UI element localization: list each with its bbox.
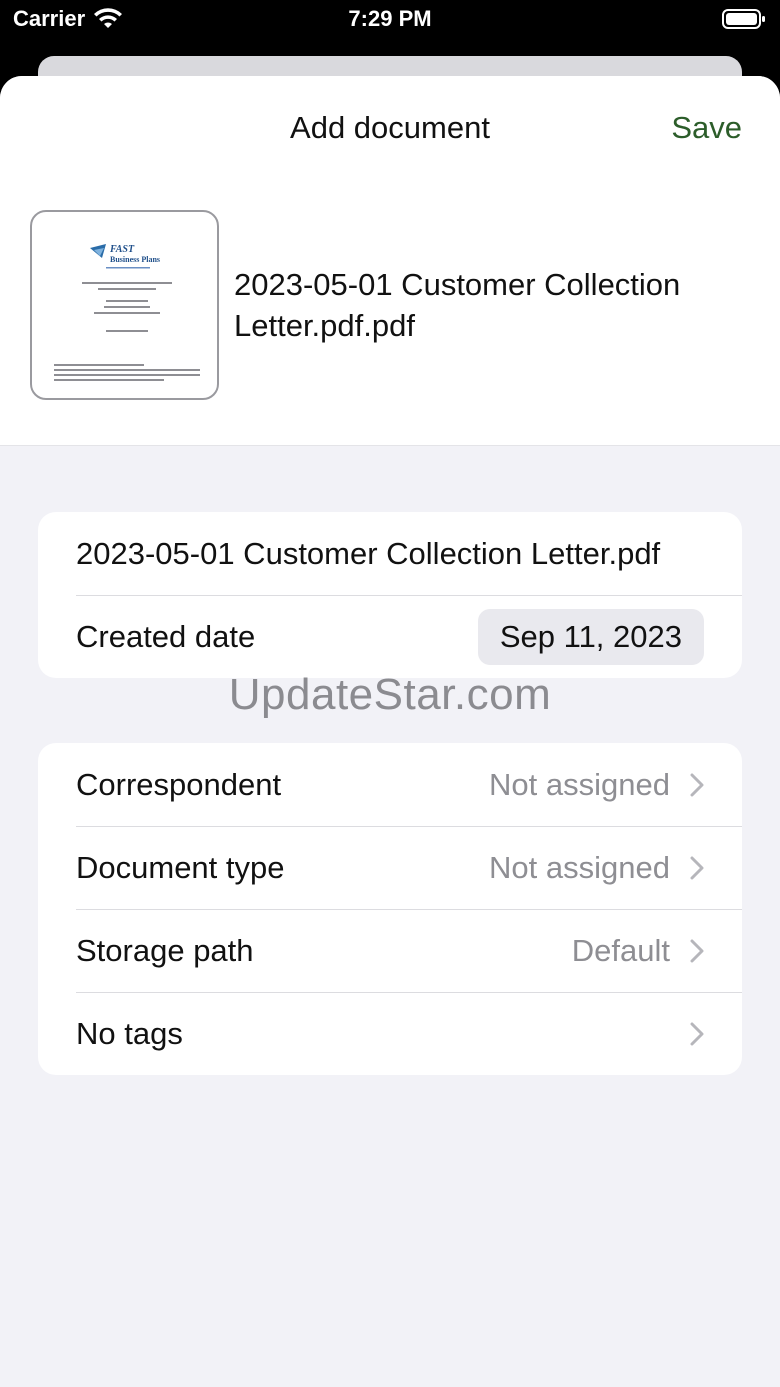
correspondent-label: Correspondent	[76, 766, 282, 802]
chevron-right-icon	[690, 856, 704, 879]
page-title: Add document	[290, 110, 490, 145]
fast-business-plans-logo: FAST Business Plans	[90, 244, 160, 269]
created-date-picker[interactable]: Sep 11, 2023	[477, 608, 704, 665]
chevron-right-icon	[690, 939, 704, 962]
document-details-group: 2023-05-01 Customer Collection Letter.pd…	[38, 512, 742, 678]
document-type-label: Document type	[76, 849, 285, 885]
battery-icon	[722, 9, 765, 29]
created-date-label: Created date	[76, 618, 256, 654]
sheet-header: Add document Save FAST Business Plans 20…	[0, 76, 780, 446]
save-button[interactable]: Save	[671, 110, 742, 146]
document-type-row[interactable]: Document type Not assigned	[38, 826, 742, 909]
svg-text:Business Plans: Business Plans	[110, 255, 160, 264]
document-thumbnail[interactable]: FAST Business Plans	[30, 210, 219, 400]
title-field[interactable]: 2023-05-01 Customer Collection Letter.pd…	[38, 512, 742, 595]
tags-row[interactable]: No tags	[38, 992, 742, 1075]
created-date-row: Created date Sep 11, 2023	[38, 595, 742, 678]
chevron-right-icon	[690, 1022, 704, 1045]
storage-path-value: Default	[571, 932, 670, 968]
metadata-group: Correspondent Not assigned Document type…	[38, 743, 742, 1075]
status-time: 7:29 PM	[348, 6, 432, 31]
status-bar: Carrier 7:29 PM	[0, 0, 780, 52]
correspondent-row[interactable]: Correspondent Not assigned	[38, 743, 742, 826]
storage-path-label: Storage path	[76, 932, 254, 968]
document-type-value: Not assigned	[489, 849, 670, 885]
document-file-name: 2023-05-01 Customer Collection Letter.pd…	[234, 267, 681, 343]
add-document-sheet: Add document Save FAST Business Plans 20…	[0, 76, 780, 1387]
tags-label: No tags	[76, 1015, 183, 1051]
watermark: UpdateStar.com	[228, 670, 552, 719]
chevron-right-icon	[690, 773, 704, 796]
title-field-value[interactable]: 2023-05-01 Customer Collection Letter.pd…	[76, 536, 704, 572]
storage-path-row[interactable]: Storage path Default	[38, 909, 742, 992]
correspondent-value: Not assigned	[489, 766, 670, 802]
svg-text:FAST: FAST	[109, 244, 135, 255]
